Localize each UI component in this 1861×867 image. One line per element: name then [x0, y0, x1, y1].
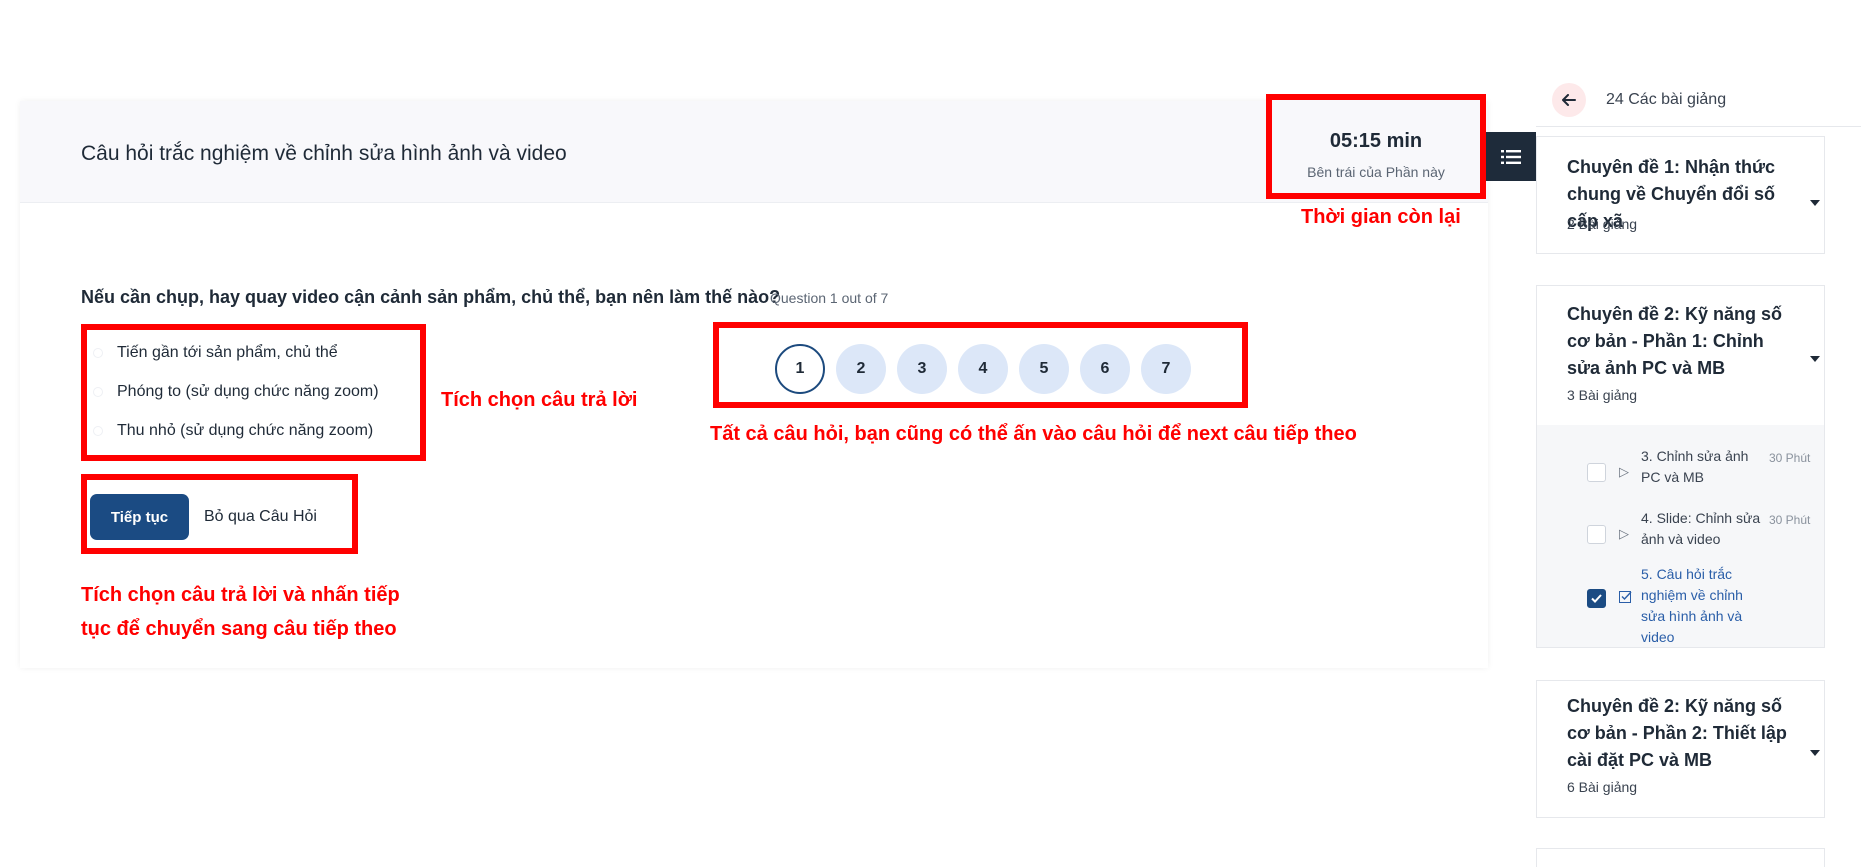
section-2[interactable]: Chuyên đề 2: Kỹ năng số cơ bản - Phần 1:…: [1536, 285, 1825, 425]
section-title: Chuyên đề 2: Kỹ năng số cơ bản - Phần 2:…: [1567, 696, 1787, 770]
section-title: Chuyên đề 2: Kỹ năng số cơ bản - Phần 1:…: [1567, 304, 1783, 378]
annotation-actions-line1: Tích chọn câu trả lời và nhấn tiếp: [81, 584, 400, 606]
lesson-title: 3. Chỉnh sửa ảnh PC và MB: [1641, 448, 1749, 485]
annotation-actions-line2: tục để chuyển sang câu tiếp theo: [81, 618, 397, 640]
lesson-item-3[interactable]: ▷ 3. Chỉnh sửa ảnh PC và MB 30 Phút: [1537, 435, 1824, 485]
question-bubble-4[interactable]: 4: [958, 344, 1008, 394]
back-button[interactable]: [1552, 83, 1586, 117]
timer-value: 05:15 min: [1329, 130, 1423, 152]
answer-label: Tiến gần tới sản phẩm, chủ thể: [117, 344, 338, 361]
lesson-duration: 30 Phút: [1769, 513, 1811, 527]
lesson-duration: 30 Phút: [1769, 451, 1811, 465]
lesson-list: ▷ 3. Chỉnh sửa ảnh PC và MB 30 Phút ▷ 4.…: [1536, 425, 1825, 648]
lesson-checkbox-checked[interactable]: [1587, 589, 1606, 608]
caret-down-icon: [1810, 356, 1820, 362]
answer-option-3[interactable]: Thu nhỏ (sử dụng chức năng zoom): [93, 418, 373, 444]
section-4-partial[interactable]: [1536, 848, 1825, 867]
quiz-title: Câu hỏi trắc nghiệm về chỉnh sửa hình ản…: [81, 142, 567, 165]
question-bubble-5[interactable]: 5: [1019, 344, 1069, 394]
caret-down-icon: [1810, 200, 1820, 206]
section-3[interactable]: Chuyên đề 2: Kỹ năng số cơ bản - Phần 2:…: [1536, 680, 1825, 818]
lessons-count: 24 Các bài giảng: [1606, 91, 1727, 108]
annotation-navigator: Tất cả câu hỏi, bạn cũng có thể ấn vào c…: [710, 423, 1357, 445]
radio-icon: [93, 387, 103, 397]
lesson-checkbox[interactable]: [1587, 463, 1606, 482]
question-text: Nếu cần chụp, hay quay video cận cảnh sả…: [81, 287, 781, 307]
list-icon: [1501, 149, 1521, 164]
radio-icon: [93, 348, 103, 358]
section-lesson-count: 6 Bài giảng: [1567, 779, 1638, 795]
arrow-left-icon: [1562, 94, 1576, 106]
question-bubble-3[interactable]: 3: [897, 344, 947, 394]
actions-box: Tiếp tục Bỏ qua Câu Hỏi: [81, 474, 358, 554]
annotation-answers: Tích chọn câu trả lời: [441, 389, 638, 411]
checkmark-icon: [1591, 594, 1602, 603]
section-lesson-count: 3 Bài giảng: [1567, 387, 1638, 403]
answers-box: Tiến gần tới sản phẩm, chủ thể Phóng to …: [81, 324, 426, 461]
question-bubble-7[interactable]: 7: [1141, 344, 1191, 394]
lesson-title: 5. Câu hỏi trắc nghiệm về chỉnh sửa hình…: [1641, 566, 1743, 645]
curriculum-toggle-button[interactable]: [1486, 132, 1536, 181]
answer-option-1[interactable]: Tiến gần tới sản phẩm, chủ thể: [93, 340, 338, 366]
play-icon: ▷: [1619, 464, 1629, 479]
question-bubble-2[interactable]: 2: [836, 344, 886, 394]
answer-option-2[interactable]: Phóng to (sử dụng chức năng zoom): [93, 379, 379, 405]
section-1[interactable]: Chuyên đề 1: Nhận thức chung về Chuyển đ…: [1536, 136, 1825, 254]
divider: [1536, 126, 1861, 127]
section-lesson-count: 2 Bài giảng: [1567, 216, 1638, 232]
skip-question-button[interactable]: Bỏ qua Câu Hỏi: [204, 494, 317, 540]
lesson-item-5[interactable]: 5. Câu hỏi trắc nghiệm về chỉnh sửa hình…: [1537, 559, 1824, 645]
play-icon: ▷: [1619, 526, 1629, 541]
question-bubble-6[interactable]: 6: [1080, 344, 1130, 394]
question-bubble-1[interactable]: 1: [775, 344, 825, 394]
question-navigator: 1 2 3 4 5 6 7: [713, 322, 1248, 408]
next-button[interactable]: Tiếp tục: [90, 494, 189, 540]
answer-label: Phóng to (sử dụng chức năng zoom): [117, 383, 379, 400]
timer-label: Bên trái của Phần này: [1307, 164, 1445, 180]
lesson-title: 4. Slide: Chỉnh sửa ảnh và video: [1641, 510, 1761, 547]
answer-label: Thu nhỏ (sử dụng chức năng zoom): [117, 422, 374, 439]
timer-box: 05:15 min Bên trái của Phần này: [1266, 94, 1486, 199]
caret-down-icon: [1810, 750, 1820, 756]
question-progress: Question 1 out of 7: [770, 290, 889, 306]
sidebar-header: 24 Các bài giảng: [1552, 82, 1726, 118]
quiz-check-icon: [1619, 590, 1632, 606]
annotation-timer: Thời gian còn lại: [1301, 206, 1461, 228]
radio-icon: [93, 426, 103, 436]
lesson-checkbox[interactable]: [1587, 525, 1606, 544]
lesson-item-4[interactable]: ▷ 4. Slide: Chỉnh sửa ảnh và video 30 Ph…: [1537, 497, 1824, 547]
